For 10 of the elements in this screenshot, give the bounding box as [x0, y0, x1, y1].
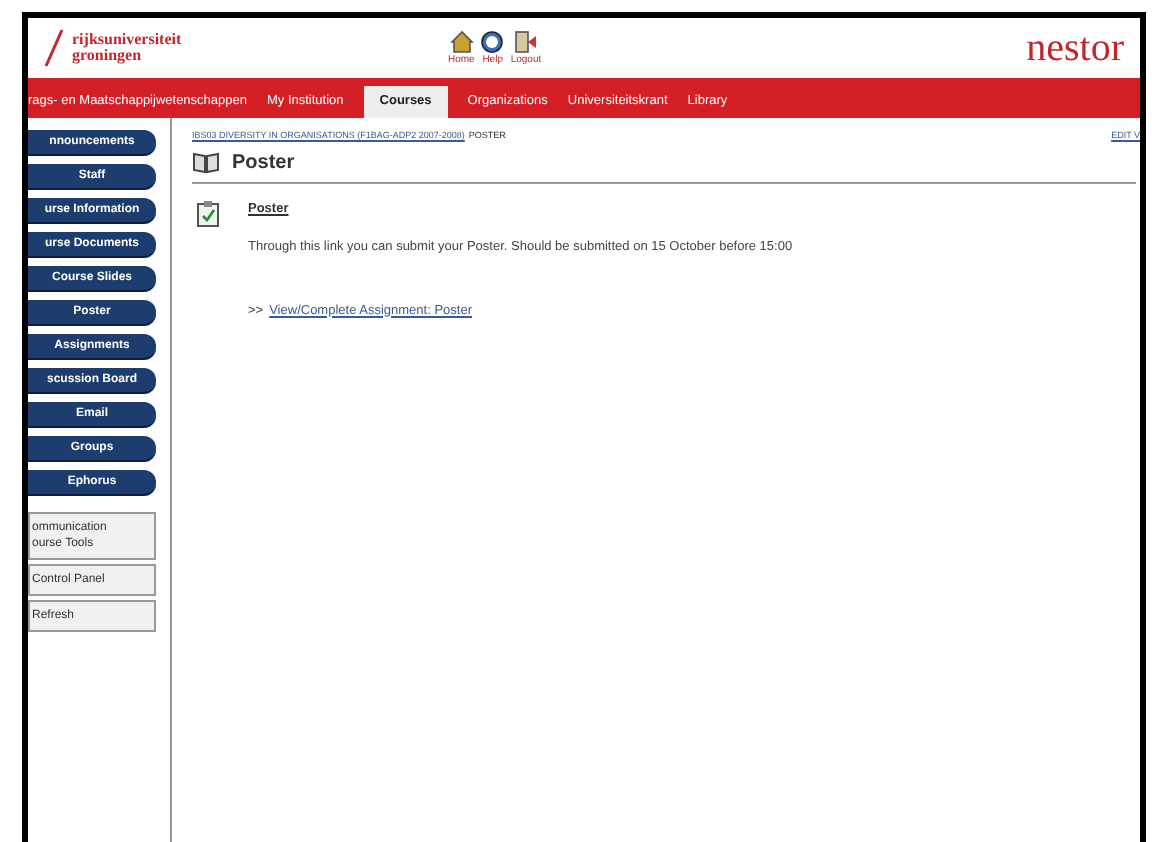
page-title: Poster	[232, 150, 295, 178]
book-icon	[192, 152, 220, 174]
brand-name: nestor	[1026, 28, 1124, 68]
logo-slash-icon	[44, 28, 64, 68]
help-icon	[480, 30, 505, 54]
logo-text: groningen	[72, 48, 142, 64]
clipboard-check-icon	[196, 200, 220, 228]
logo-text: rijksuniversiteit	[72, 32, 184, 48]
door-icon	[513, 30, 538, 54]
house-icon	[449, 30, 474, 54]
